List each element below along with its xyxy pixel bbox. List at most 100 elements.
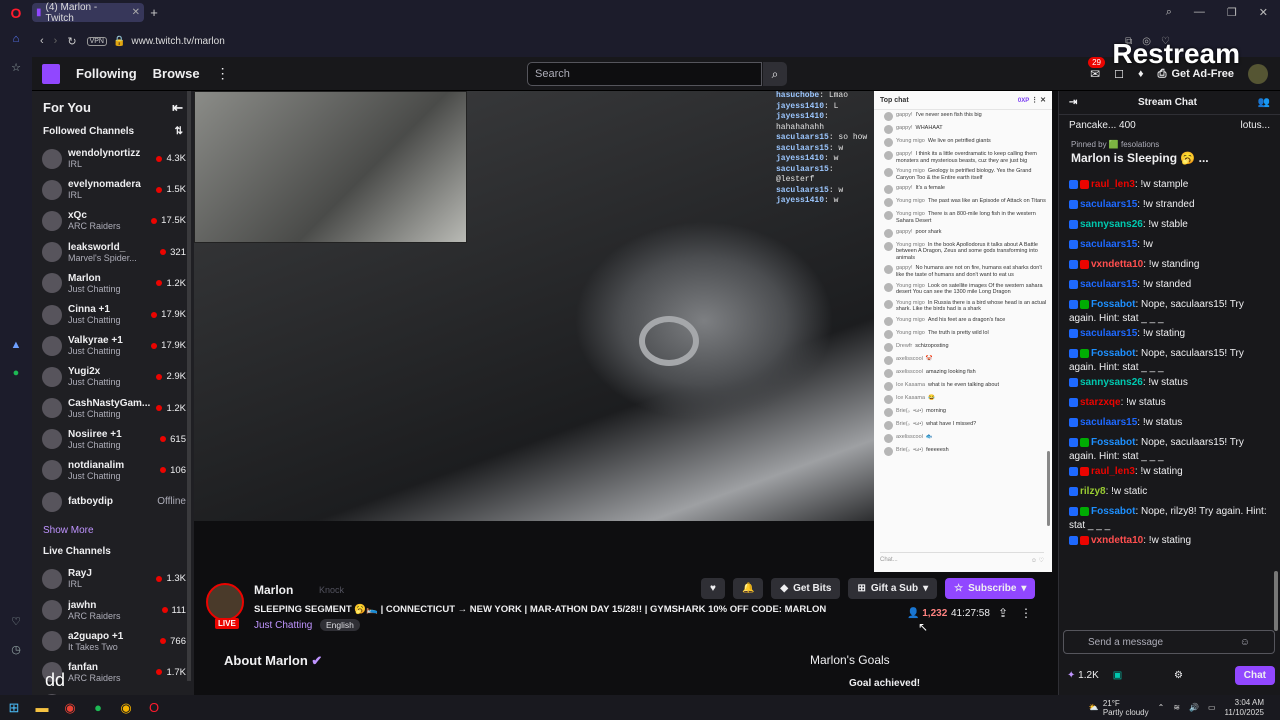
channel-item[interactable]: fatboydip Offline [32, 486, 194, 517]
chat-username[interactable]: vxndetta10 [1091, 259, 1143, 270]
channel-item[interactable]: CashNastyGam... Just Chatting 1.2K [32, 393, 194, 424]
notifications-icon[interactable]: ✉ 29 [1088, 57, 1105, 81]
community-icon[interactable]: 👥 [1258, 97, 1270, 108]
chat-username[interactable]: saculaars15 [1080, 279, 1137, 290]
streamer-name[interactable]: Marlon [254, 583, 293, 597]
emote-picker-icon[interactable]: ☺ [1240, 637, 1250, 648]
following-link[interactable]: Following [76, 66, 137, 81]
top-gifter-1[interactable]: Pancake... 400 [1069, 120, 1136, 131]
sidebar-scrollbar[interactable] [187, 91, 191, 681]
chat-username[interactable]: sannysans26 [1080, 377, 1143, 388]
chat-username[interactable]: raul_len3 [1091, 466, 1135, 477]
get-bits-button[interactable]: ◆ Get Bits [771, 578, 841, 599]
opera-taskbar-icon[interactable]: O [140, 695, 168, 720]
channel-item[interactable]: Yugi2x Just Chatting 2.9K [32, 361, 194, 392]
topchat-menu-icon[interactable]: ⋮ [1031, 97, 1038, 104]
forward-icon[interactable]: › [54, 35, 58, 47]
close-tab-icon[interactable]: ✕ [132, 7, 140, 18]
channel-item[interactable]: Nosiiree +1 Just Chatting 615 [32, 424, 194, 455]
gift-sub-button[interactable]: ⊞ Gift a Sub ▾ [848, 578, 938, 599]
user-avatar[interactable] [1248, 64, 1268, 84]
chat-username[interactable]: sannysans26 [1080, 219, 1143, 230]
star-icon[interactable]: ☆ [0, 53, 32, 81]
maximize-icon[interactable]: ❐ [1227, 6, 1237, 19]
emoji-icon[interactable]: ☺ ♡ [1031, 557, 1044, 566]
volume-icon[interactable]: 🔊 [1189, 703, 1199, 712]
channel-item[interactable]: notdianalim Just Chatting 106 [32, 455, 194, 486]
channel-item[interactable]: evelynomadera IRL 1.5K [32, 174, 194, 205]
url-field[interactable]: www.twitch.tv/marlon [131, 36, 224, 47]
weather-widget[interactable]: ⛅ 21°F Partly cloudy [1089, 699, 1149, 717]
channel-points[interactable]: ✦ 1.2K [1067, 670, 1099, 681]
pinned-message[interactable]: Pinned by 🟩 fesolations Marlon is Sleepi… [1065, 137, 1274, 175]
wifi-icon[interactable]: ≋ [1173, 703, 1180, 712]
home-icon[interactable]: ⌂ [0, 25, 32, 53]
channel-item[interactable]: Marlon Just Chatting 1.2K [32, 268, 194, 299]
top-chat-popout[interactable]: Top chat 0XP ⋮ ✕ gappy! I've never seen f… [874, 91, 1052, 572]
share-icon[interactable]: ⇪ [998, 606, 1008, 620]
channel-item[interactable]: RayJ IRL 1.3K [32, 563, 194, 594]
streamer-avatar[interactable] [206, 583, 244, 621]
chat-scrollbar[interactable] [1274, 571, 1278, 631]
chat-username[interactable]: vxndetta10 [1091, 535, 1143, 546]
file-explorer-icon[interactable]: ▬ [28, 695, 56, 720]
chat-settings-icon[interactable]: ⚙ [1174, 670, 1183, 681]
video-player[interactable]: hasuchobe: Lmao jayess1410: Ljayess1410: … [194, 91, 874, 521]
browser-tab[interactable]: ▮ (4) Marlon - Twitch ✕ [32, 2, 144, 24]
sort-icon[interactable]: ⇅ [175, 126, 183, 137]
clock[interactable]: 3:04 AM 11/10/2025 [1225, 698, 1264, 718]
chat-username[interactable]: rilzy8 [1080, 486, 1106, 497]
chat-username[interactable]: Fossabot [1091, 348, 1135, 359]
chat-username[interactable]: Fossabot [1091, 506, 1135, 517]
channel-item[interactable]: wendolynortizz IRL 4.3K [32, 143, 194, 174]
top-gifter-2[interactable]: lotus... [1241, 120, 1270, 131]
gift-chest-icon[interactable]: ▣ [1113, 670, 1122, 681]
channel-item[interactable]: Cinna +1 Just Chatting 17.9K [32, 299, 194, 330]
collapse-chat-icon[interactable]: ⇥ [1069, 97, 1077, 108]
heart-icon[interactable]: ♡ [0, 607, 32, 635]
back-icon[interactable]: ‹ [40, 35, 44, 47]
chat-username[interactable]: saculaars15 [1080, 417, 1137, 428]
battery-icon[interactable]: ▭ [1208, 703, 1216, 712]
chat-username[interactable]: Fossabot [1091, 437, 1135, 448]
chat-username[interactable]: saculaars15 [1080, 328, 1137, 339]
top-chat-scrollbar[interactable] [1047, 451, 1050, 526]
channel-item[interactable]: xQc ARC Raiders 17.5K [32, 205, 194, 236]
new-tab-button[interactable]: + [144, 5, 164, 20]
follow-heart-button[interactable]: ♥ [701, 578, 725, 599]
app-icon[interactable]: ▲ [0, 331, 32, 359]
chrome-canary-icon[interactable]: ◉ [112, 695, 140, 720]
chat-username[interactable]: saculaars15 [1080, 199, 1137, 210]
tray-chevron-icon[interactable]: ⌃ [1158, 703, 1165, 712]
top-chat-input[interactable]: Chat... ☺ ♡ [880, 552, 1044, 566]
chat-username[interactable]: raul_len3 [1091, 179, 1135, 190]
chrome-icon[interactable]: ◉ [56, 695, 84, 720]
search-input[interactable]: Search [527, 62, 762, 86]
stream-category-link[interactable]: Just Chatting [254, 620, 312, 631]
show-more-link[interactable]: Show More [32, 517, 194, 544]
minimize-icon[interactable]: — [1194, 6, 1205, 19]
channel-item[interactable]: leaksworld_ Marvel's Spider... 321 [32, 237, 194, 268]
channel-more-icon[interactable]: ⋮ [1020, 606, 1032, 620]
spotify-taskbar-icon[interactable]: ● [84, 695, 112, 720]
collapse-sidebar-icon[interactable]: ⇤ [172, 100, 183, 116]
twitch-logo-icon[interactable] [42, 63, 60, 84]
search-tabs-icon[interactable]: ⌕ [1166, 6, 1172, 19]
chat-username[interactable]: starzxqe [1080, 397, 1121, 408]
subscribe-button[interactable]: ☆ Subscribe ▾ [945, 578, 1036, 599]
spotify-icon[interactable]: ● [0, 359, 32, 387]
search-icon[interactable]: ⌕ [763, 62, 787, 86]
channel-item[interactable]: a2guapo +1 It Takes Two 766 [32, 626, 194, 657]
reload-icon[interactable]: ↻ [67, 35, 76, 48]
history-icon[interactable]: ◷ [0, 635, 32, 663]
channel-item[interactable]: jawhn ARC Raiders 111 [32, 594, 194, 625]
close-window-icon[interactable]: ✕ [1259, 6, 1268, 19]
topchat-close-icon[interactable]: ✕ [1040, 97, 1046, 104]
more-options-icon[interactable]: ⋮ [216, 65, 230, 82]
channel-item[interactable]: Valkyrae +1 Just Chatting 17.9K [32, 330, 194, 361]
vpn-badge[interactable]: VPN [86, 36, 107, 46]
send-message-input[interactable]: Send a message ☺ [1063, 630, 1275, 654]
start-icon[interactable]: ⊞ [0, 695, 28, 720]
chat-username[interactable]: saculaars15 [1080, 239, 1137, 250]
chat-username[interactable]: Fossabot [1091, 299, 1135, 310]
